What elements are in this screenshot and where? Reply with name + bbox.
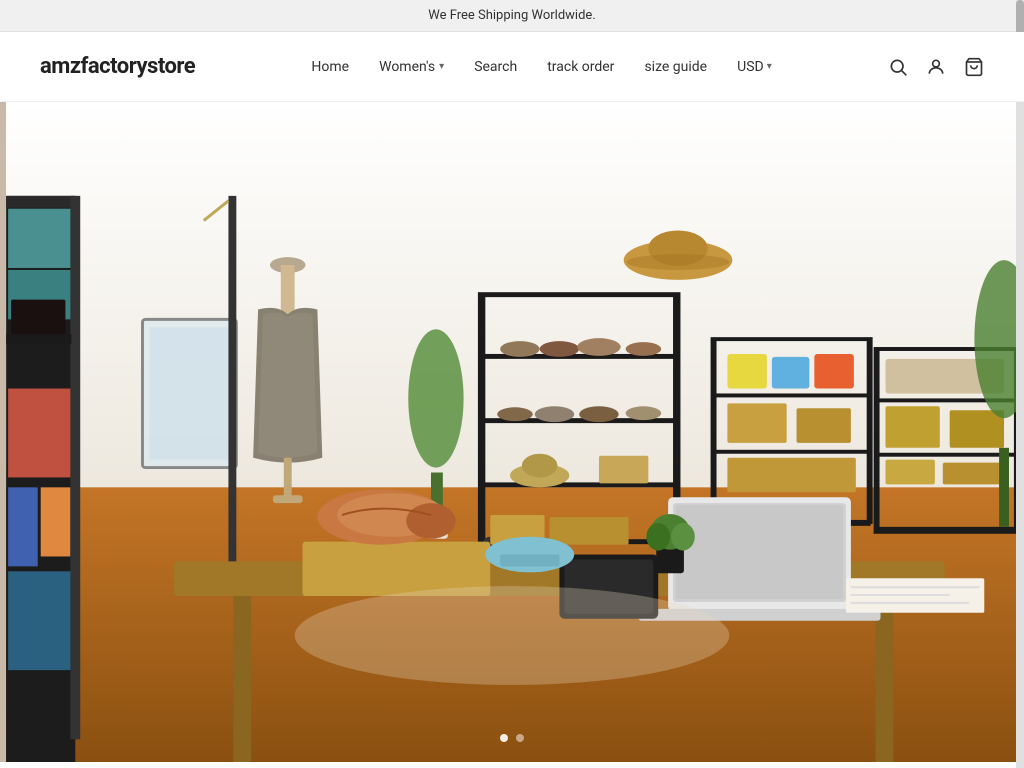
womens-chevron-icon: ▾	[439, 61, 444, 72]
announcement-text: We Free Shipping Worldwide.	[428, 8, 596, 23]
nav-womens-label: Women's	[379, 59, 435, 75]
announcement-bar: We Free Shipping Worldwide.	[0, 0, 1024, 32]
hero-image	[0, 102, 1024, 762]
hero-section	[0, 102, 1024, 762]
currency-selector[interactable]: USD ▾	[737, 59, 772, 75]
header-icons	[888, 57, 984, 77]
carousel-dot-1[interactable]	[500, 734, 508, 742]
nav-home[interactable]: Home	[311, 59, 349, 75]
carousel-dots	[500, 734, 524, 742]
nav-search[interactable]: Search	[474, 59, 517, 75]
cart-icon[interactable]	[964, 57, 984, 77]
carousel-dot-2[interactable]	[516, 734, 524, 742]
main-nav: Home Women's ▾ Search track order size g…	[195, 59, 888, 75]
scrollbar[interactable]	[1016, 0, 1024, 768]
logo[interactable]: amzfactorystore	[40, 54, 195, 79]
currency-chevron-icon: ▾	[767, 61, 772, 72]
search-icon[interactable]	[888, 57, 908, 77]
account-icon[interactable]	[926, 57, 946, 77]
header: amzfactorystore Home Women's ▾ Search tr…	[0, 32, 1024, 102]
nav-womens-dropdown[interactable]: Women's ▾	[379, 59, 444, 75]
nav-size-guide[interactable]: size guide	[644, 59, 707, 75]
currency-label: USD	[737, 59, 764, 75]
nav-track-order[interactable]: track order	[547, 59, 614, 75]
